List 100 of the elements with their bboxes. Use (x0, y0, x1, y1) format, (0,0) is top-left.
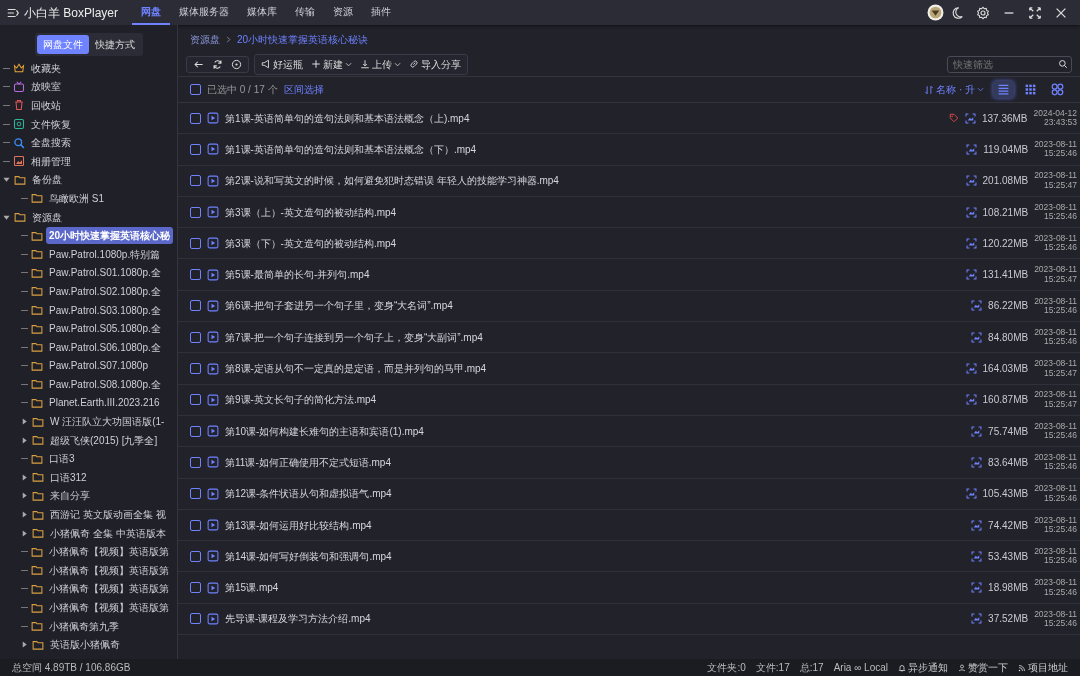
row-checkbox[interactable] (190, 363, 201, 374)
file-name[interactable]: 第1课-英语简单句的造句法则和基本语法概念（上).mp4 (225, 110, 943, 126)
tree-item[interactable]: 口语3 (46, 450, 78, 468)
tree-item[interactable]: W 汪汪队立大功国语版(1- (47, 413, 168, 431)
avatar-icon[interactable] (927, 4, 944, 21)
tree-item[interactable]: Paw.Patrol.S03.1080p.全 (46, 301, 164, 319)
view-toggle[interactable] (993, 81, 1014, 98)
nav-tab[interactable]: 插件 (362, 0, 401, 25)
nav-tab[interactable]: 资源 (324, 0, 363, 25)
row-checkbox[interactable] (190, 300, 201, 312)
tree-item[interactable]: Paw.Patrol.S06.1080p.全 (46, 338, 164, 356)
row-checkbox[interactable] (190, 143, 201, 155)
expand-icon[interactable] (21, 492, 28, 500)
range-select-link[interactable]: 区间选择 (283, 82, 324, 97)
collapse-icon[interactable] (3, 213, 10, 221)
expand-icon[interactable] (21, 511, 28, 519)
toolbar-button[interactable]: 好运瓶 (258, 55, 306, 73)
row-checkbox[interactable] (190, 488, 201, 500)
tree-item[interactable]: 文件恢复 (28, 115, 74, 133)
row-checkbox[interactable] (190, 519, 201, 531)
filter-field[interactable]: 快速筛选 (947, 55, 1072, 73)
file-name[interactable]: 第14课-如何写好倒装句和强调句.mp4 (225, 548, 966, 564)
expand-icon[interactable] (21, 529, 28, 537)
nav-tab[interactable]: 媒体库 (238, 0, 287, 25)
row-checkbox[interactable] (190, 550, 201, 562)
row-checkbox[interactable] (190, 394, 201, 406)
file-name[interactable]: 先导课-课程及学习方法介绍.mp4 (225, 611, 966, 627)
file-name[interactable]: 第2课-说和写英文的时候，如何避免犯时态错误 年轻人的技能学习神器.mp4 (225, 173, 960, 189)
nav-tab[interactable]: 媒体服务器 (170, 0, 239, 25)
row-checkbox[interactable] (190, 582, 201, 594)
tree-item[interactable]: 20小时快速掌握英语核心秘 (46, 227, 174, 245)
sidebar-tab[interactable]: 快捷方式 (88, 35, 141, 54)
toolbar-button[interactable]: 导入分享 (406, 55, 464, 73)
file-name[interactable]: 第5课-最简单的长句-并列句.mp4 (225, 267, 960, 283)
tree-item[interactable]: Paw.Patrol.S07.1080p (46, 357, 151, 375)
tree-item[interactable]: 小猪佩奇【视频】英语版第 (46, 543, 172, 561)
file-name[interactable]: 第13课-如何运用好比较结构.mp4 (225, 517, 966, 533)
tree-item[interactable]: 西游记 英文版动画全集 视 (47, 506, 169, 524)
locate-icon[interactable] (231, 58, 242, 70)
file-name[interactable]: 第11课-如何正确使用不定式短语.mp4 (225, 454, 966, 470)
tree-item[interactable]: 鸟瞰欧洲 S1 (46, 189, 107, 207)
row-checkbox[interactable] (190, 112, 201, 124)
breadcrumb-link[interactable]: 资源盘 (190, 32, 220, 47)
file-name[interactable]: 第7课-把一个句子连接到另一个句子上，变身“大副词”.mp4 (225, 329, 966, 345)
tree-item[interactable]: 放映室 (28, 78, 64, 96)
tree-item[interactable]: 相册管理 (28, 152, 74, 170)
maximize-icon[interactable] (1028, 5, 1042, 20)
tree-item[interactable]: 来自分享 (47, 487, 93, 505)
tree-item[interactable]: 收藏夹 (28, 59, 64, 77)
row-checkbox[interactable] (190, 456, 201, 468)
toolbar-button[interactable]: 新建 (308, 55, 355, 73)
expand-icon[interactable] (21, 436, 28, 444)
file-name[interactable]: 第12课-条件状语从句和虚拟语气.mp4 (225, 486, 960, 502)
file-name[interactable]: 第9课-英文长句子的简化方法.mp4 (225, 392, 960, 408)
row-checkbox[interactable] (190, 331, 201, 343)
row-checkbox[interactable] (190, 613, 201, 625)
row-checkbox[interactable] (190, 269, 201, 281)
expand-icon[interactable] (21, 641, 28, 649)
expand-icon[interactable] (21, 418, 28, 426)
file-name[interactable]: 第1课-英语简单句的造句法则和基本语法概念（下）.mp4 (225, 141, 961, 157)
tree-item[interactable]: 小猪佩奇【视频】英语版第 (46, 580, 172, 598)
back-icon[interactable] (193, 58, 204, 70)
tree-item[interactable]: 英语版小猪佩奇 (47, 636, 123, 654)
tree-item[interactable]: 超级飞侠(2015) [九季全] (47, 431, 161, 449)
tree-item[interactable]: 回收站 (28, 97, 64, 114)
file-name[interactable]: 第8课-定语从句不一定真的是定语，而是并列句的马甲.mp4 (225, 361, 960, 376)
select-all-checkbox[interactable] (190, 84, 201, 95)
tree-item[interactable]: Paw.Patrol.S05.1080p.全 (46, 320, 164, 338)
tree-item[interactable]: Paw.Patrol.S01.1080p.全 (46, 264, 164, 282)
nav-tab[interactable]: 传输 (286, 0, 325, 25)
tree-item[interactable]: 小猪佩奇第九季 (46, 617, 122, 635)
collapse-icon[interactable] (3, 176, 10, 184)
tree-item[interactable]: 口语312 (47, 468, 90, 486)
row-checkbox[interactable] (190, 237, 201, 249)
status-link[interactable]: 赞赏一下 (958, 660, 1008, 675)
tree-item[interactable]: 小猪佩奇【视频】英语版第 (46, 599, 172, 616)
file-name[interactable]: 第15课.mp4 (225, 580, 966, 596)
theme-icon[interactable] (950, 5, 964, 20)
tree-item[interactable]: 备份盘 (29, 171, 65, 189)
status-link[interactable]: 项目地址 (1018, 660, 1068, 675)
status-link[interactable]: 异步通知 (898, 660, 948, 675)
refresh-icon[interactable] (212, 58, 223, 70)
row-checkbox[interactable] (190, 175, 201, 187)
file-name[interactable]: 第3课（下）-英文造句的被动结构.mp4 (225, 235, 960, 251)
breadcrumb-link[interactable]: 20小时快速掌握英语核心秘诀 (237, 32, 369, 47)
row-checkbox[interactable] (190, 206, 201, 218)
row-checkbox[interactable] (190, 425, 201, 437)
file-name[interactable]: 第3课（上）-英文造句的被动结构.mp4 (225, 204, 960, 220)
tree-item[interactable]: Paw.Patrol.S02.1080p.全 (46, 282, 164, 300)
file-name[interactable]: 第6课-把句子套进另一个句子里，变身“大名词”.mp4 (225, 298, 966, 314)
tree-item[interactable]: 资源盘 (29, 208, 65, 226)
tree-item[interactable]: Paw.Patrol.1080p.特别篇 (46, 245, 164, 263)
tree-item[interactable]: 小猪佩奇【视频】英语版第 (46, 561, 172, 579)
expand-icon[interactable] (21, 473, 28, 481)
file-name[interactable]: 第10课-如何构建长难句的主语和宾语(1).mp4 (225, 423, 966, 439)
sort-button[interactable]: 名称 · 升 (921, 81, 987, 98)
tree-item[interactable]: Paw.Patrol.S08.1080p.全 (46, 375, 164, 393)
tree-item[interactable]: Planet.Earth.III.2023.216 (46, 394, 163, 412)
toolbar-button[interactable]: 上传 (357, 55, 404, 73)
tree-item[interactable]: 小猪佩奇 全集 中英语版本 (47, 524, 169, 542)
